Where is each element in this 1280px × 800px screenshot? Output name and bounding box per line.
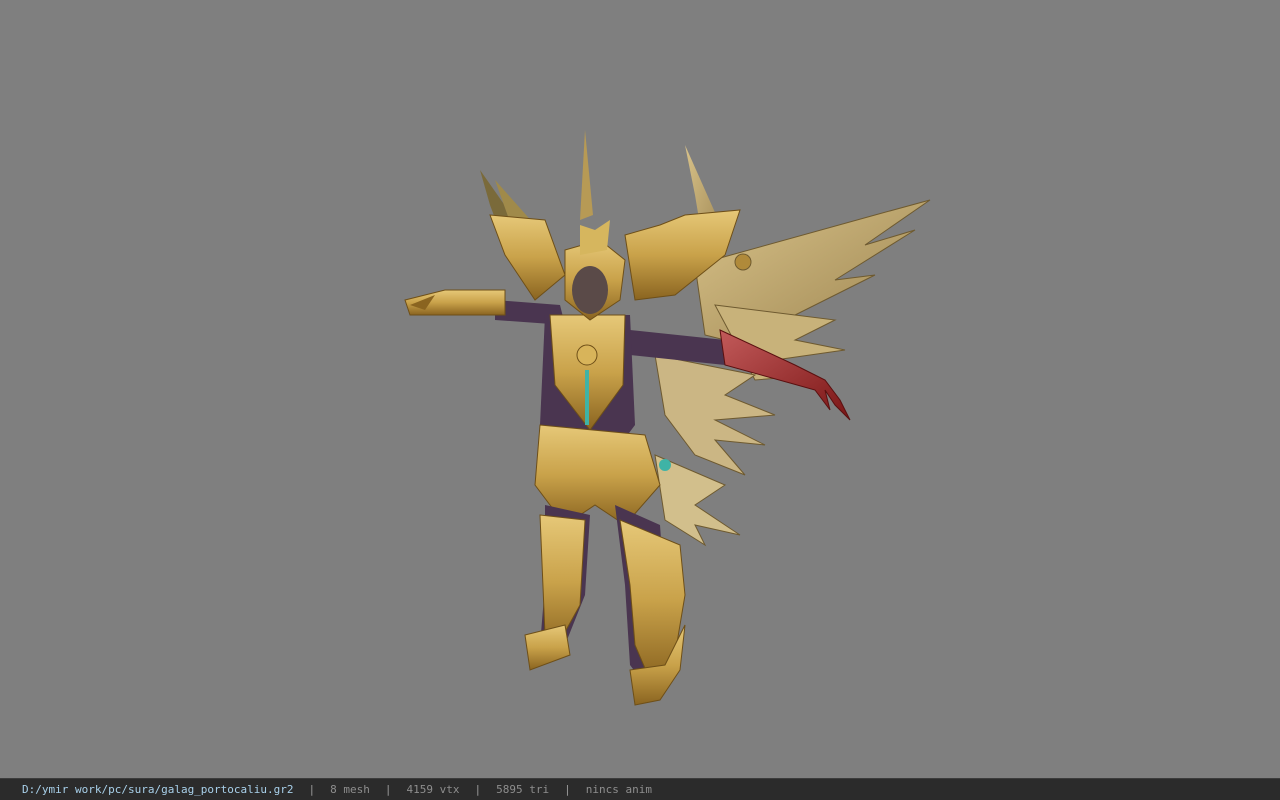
vertex-count: 4159 vtx: [406, 783, 460, 796]
3d-viewport[interactable]: [0, 0, 1280, 778]
legs: [524, 505, 686, 706]
character-model-icon: [404, 130, 931, 706]
separator: |: [474, 783, 482, 796]
status-bar: D:/ymir work/pc/sura/galag_portocaliu.gr…: [0, 778, 1280, 800]
mesh-count: 8 mesh: [330, 783, 370, 796]
separator: |: [564, 783, 571, 796]
triangle-count: 5895 tri: [496, 783, 550, 796]
torso: [540, 314, 635, 445]
animation-status: nincs anim: [585, 783, 652, 796]
file-path: D:/ymir work/pc/sura/galag_portocaliu.gr…: [22, 783, 294, 796]
separator: |: [384, 783, 392, 796]
head: [564, 220, 626, 321]
separator: |: [308, 783, 316, 796]
